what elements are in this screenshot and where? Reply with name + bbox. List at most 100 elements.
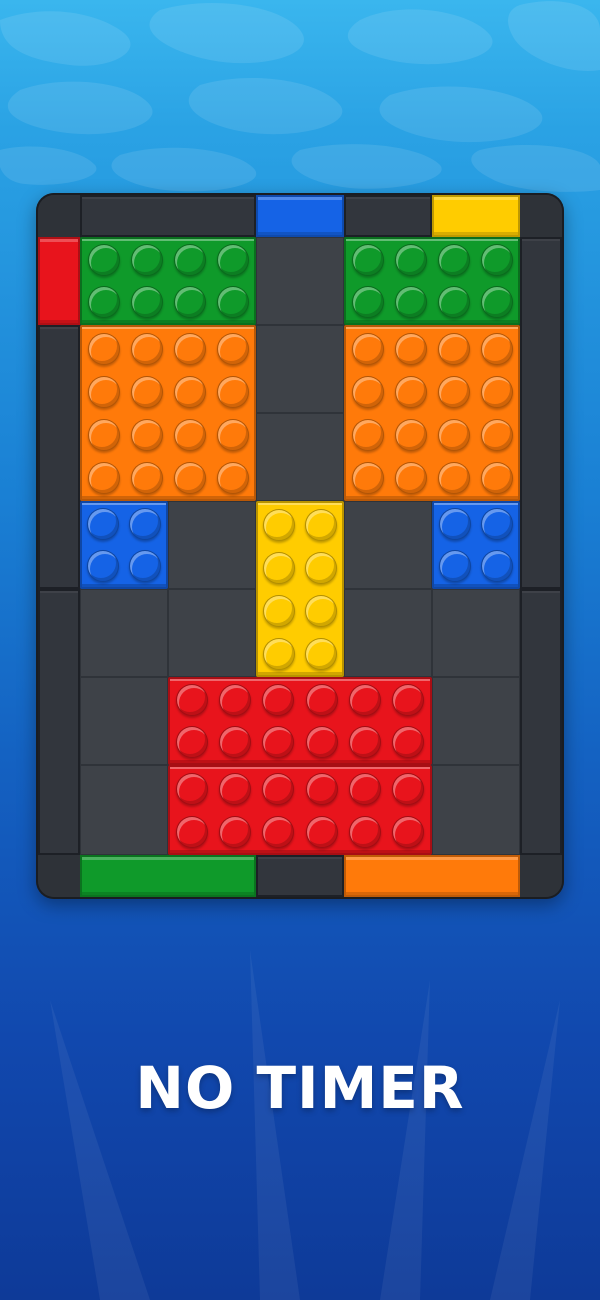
brick-stud <box>130 286 163 318</box>
brick-stud <box>305 815 338 848</box>
brick-blue[interactable] <box>80 501 168 589</box>
brick-stud <box>394 461 427 494</box>
puzzle-board <box>36 193 564 899</box>
exit-gate-red <box>38 237 80 325</box>
brick-stud <box>173 244 206 276</box>
exit-gate-blue <box>256 195 344 237</box>
brick-stud <box>87 375 120 408</box>
brick-green[interactable] <box>80 237 256 325</box>
brick-stud <box>394 332 427 365</box>
brick-stud <box>87 418 120 451</box>
brick-stud <box>349 684 381 716</box>
brick-stud <box>216 418 249 451</box>
exit-gate-green <box>80 855 256 897</box>
board-cell <box>80 765 168 855</box>
brick-stud <box>262 815 295 848</box>
brick-stud <box>219 684 251 716</box>
brick-stud <box>130 244 163 276</box>
brick-stud <box>351 244 384 276</box>
board-corner-bottom-right <box>520 855 562 897</box>
brick-red[interactable] <box>168 677 432 765</box>
brick-stud <box>173 418 206 451</box>
brick-stud <box>480 418 513 451</box>
brick-stud <box>130 375 163 408</box>
board-cell <box>432 677 520 765</box>
brick-stud <box>351 286 384 318</box>
brick-stud <box>216 332 249 365</box>
board-cell <box>80 589 168 677</box>
brick-stud <box>130 461 163 494</box>
brick-stud <box>437 461 470 494</box>
headline-text: NO TIMER <box>135 1054 465 1122</box>
brick-stud <box>351 375 384 408</box>
brick-stud <box>262 726 295 758</box>
board-corner-bottom-left <box>38 855 80 897</box>
board-cell <box>344 589 432 677</box>
brick-stud <box>437 244 470 276</box>
brick-stud <box>216 375 249 408</box>
board-corner-top-right <box>520 195 562 237</box>
brick-stud <box>262 684 295 716</box>
board-corner-top-left <box>38 195 80 237</box>
board-cell <box>432 765 520 855</box>
brick-green[interactable] <box>344 237 520 325</box>
brick-stud <box>175 684 208 716</box>
brick-stud <box>480 244 513 276</box>
brick-stud <box>87 461 120 494</box>
brick-stud <box>262 772 295 805</box>
board-cell <box>256 237 344 325</box>
brick-stud <box>437 375 470 408</box>
brick-stud <box>481 508 513 540</box>
brick-stud <box>480 375 513 408</box>
brick-orange[interactable] <box>80 325 256 501</box>
brick-blue[interactable] <box>432 501 520 589</box>
brick-stud <box>351 418 384 451</box>
brick-stud <box>130 332 163 365</box>
board-wall-right <box>520 237 562 589</box>
brick-stud <box>130 418 163 451</box>
brick-stud <box>219 772 251 805</box>
brick-stud <box>392 815 425 848</box>
brick-stud <box>305 726 338 758</box>
brick-stud <box>351 461 384 494</box>
brick-stud <box>437 418 470 451</box>
brick-stud <box>349 815 381 848</box>
brick-stud <box>439 550 471 582</box>
brick-stud <box>87 508 119 540</box>
brick-stud <box>305 551 337 584</box>
brick-stud <box>219 726 251 758</box>
brick-stud <box>305 772 338 805</box>
brick-stud <box>173 332 206 365</box>
board-cell <box>256 325 344 413</box>
brick-stud <box>394 418 427 451</box>
brick-stud <box>351 332 384 365</box>
brick-stud <box>349 726 381 758</box>
brick-stud <box>263 637 295 670</box>
brick-stud <box>216 461 249 494</box>
brick-stud <box>175 815 208 848</box>
brick-stud <box>263 551 295 584</box>
brick-red[interactable] <box>168 765 432 855</box>
brick-stud <box>305 637 337 670</box>
board-wall-top <box>80 195 256 237</box>
brick-stud <box>481 550 513 582</box>
brick-stud <box>129 508 161 540</box>
brick-stud <box>305 594 337 627</box>
brick-orange[interactable] <box>344 325 520 501</box>
brick-stud <box>305 684 338 716</box>
brick-yellow[interactable] <box>256 501 344 677</box>
board-cell <box>432 589 520 677</box>
brick-stud <box>175 772 208 805</box>
brick-stud <box>394 375 427 408</box>
brick-stud <box>216 244 249 276</box>
brick-stud <box>437 332 470 365</box>
brick-stud <box>87 286 120 318</box>
board-cell <box>256 413 344 501</box>
board-cell <box>344 501 432 589</box>
brick-stud <box>305 508 337 541</box>
board-wall-left <box>38 325 80 589</box>
brick-stud <box>392 684 425 716</box>
brick-stud <box>173 286 206 318</box>
brick-stud <box>392 772 425 805</box>
board-wall-bottom <box>256 855 344 897</box>
